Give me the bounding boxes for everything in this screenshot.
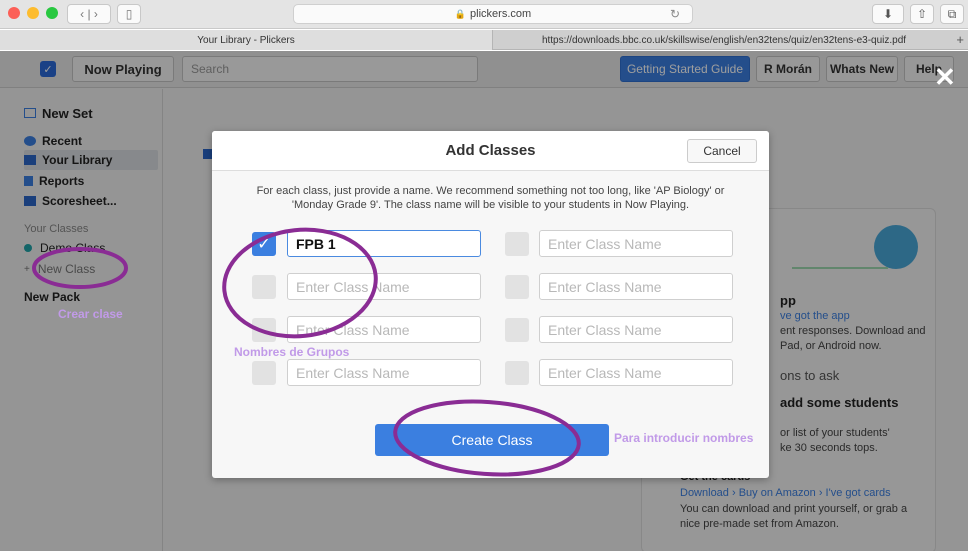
lock-icon: 🔒 [454, 8, 467, 19]
annotation-crear-clase: Crear clase [58, 307, 123, 321]
class-name-input-5[interactable]: Enter Class Name [539, 230, 733, 257]
reload-icon[interactable]: ↻ [670, 7, 680, 21]
class-name-input-3[interactable]: Enter Class Name [287, 316, 481, 343]
class-checkbox-5[interactable] [505, 232, 529, 256]
class-name-input-6[interactable]: Enter Class Name [539, 273, 733, 300]
class-name-input-4[interactable]: Enter Class Name [287, 359, 481, 386]
share-icon[interactable]: ⇧ [910, 4, 934, 24]
back-forward-buttons[interactable]: ‹ | › [67, 4, 111, 24]
checkmark-icon: ✓ [257, 236, 271, 253]
address-text: plickers.com [470, 8, 532, 20]
create-class-button[interactable]: Create Class [375, 424, 609, 456]
dialog-description: For each class, just provide a name. We … [256, 185, 725, 211]
annotation-para-introducir: Para introducir nombres [614, 431, 754, 445]
class-checkbox-3[interactable] [252, 318, 276, 342]
class-checkbox-6[interactable] [505, 275, 529, 299]
class-checkbox-1[interactable]: ✓ [252, 232, 276, 256]
browser-titlebar: ‹ | › ▯ 🔒 plickers.com ↻ ⬇ ⇧ ⧉ [0, 0, 968, 29]
class-checkbox-4[interactable] [252, 361, 276, 385]
address-bar[interactable]: 🔒 plickers.com ↻ [293, 4, 693, 24]
class-name-input-1[interactable]: FPB 1 [287, 230, 481, 257]
tab-plickers[interactable]: Your Library - Plickers [0, 30, 493, 50]
minimize-window-button[interactable] [27, 7, 39, 19]
tab-bar: Your Library - Plickers https://download… [0, 30, 968, 50]
close-icon[interactable]: ✕ [934, 64, 956, 90]
sidebar-toggle-icon[interactable]: ▯ [117, 4, 141, 24]
download-icon[interactable]: ⬇ [872, 4, 904, 24]
dialog-title: Add Classes [445, 142, 536, 159]
add-classes-dialog: Add Classes Cancel For each class, just … [212, 131, 769, 478]
new-tab-icon[interactable]: + [956, 32, 964, 47]
class-name-input-2[interactable]: Enter Class Name [287, 273, 481, 300]
class-name-input-7[interactable]: Enter Class Name [539, 316, 733, 343]
class-name-input-8[interactable]: Enter Class Name [539, 359, 733, 386]
cancel-button[interactable]: Cancel [687, 139, 757, 163]
dialog-header: Add Classes Cancel [212, 131, 769, 171]
zoom-window-button[interactable] [46, 7, 58, 19]
class-checkbox-2[interactable] [252, 275, 276, 299]
annotation-nombres-grupos: Nombres de Grupos [234, 345, 350, 359]
class-checkbox-7[interactable] [505, 318, 529, 342]
tabs-overview-icon[interactable]: ⧉ [940, 4, 964, 24]
tab-bbc-pdf[interactable]: https://downloads.bbc.co.uk/skillswise/e… [494, 30, 954, 50]
close-window-button[interactable] [8, 7, 20, 19]
class-checkbox-8[interactable] [505, 361, 529, 385]
